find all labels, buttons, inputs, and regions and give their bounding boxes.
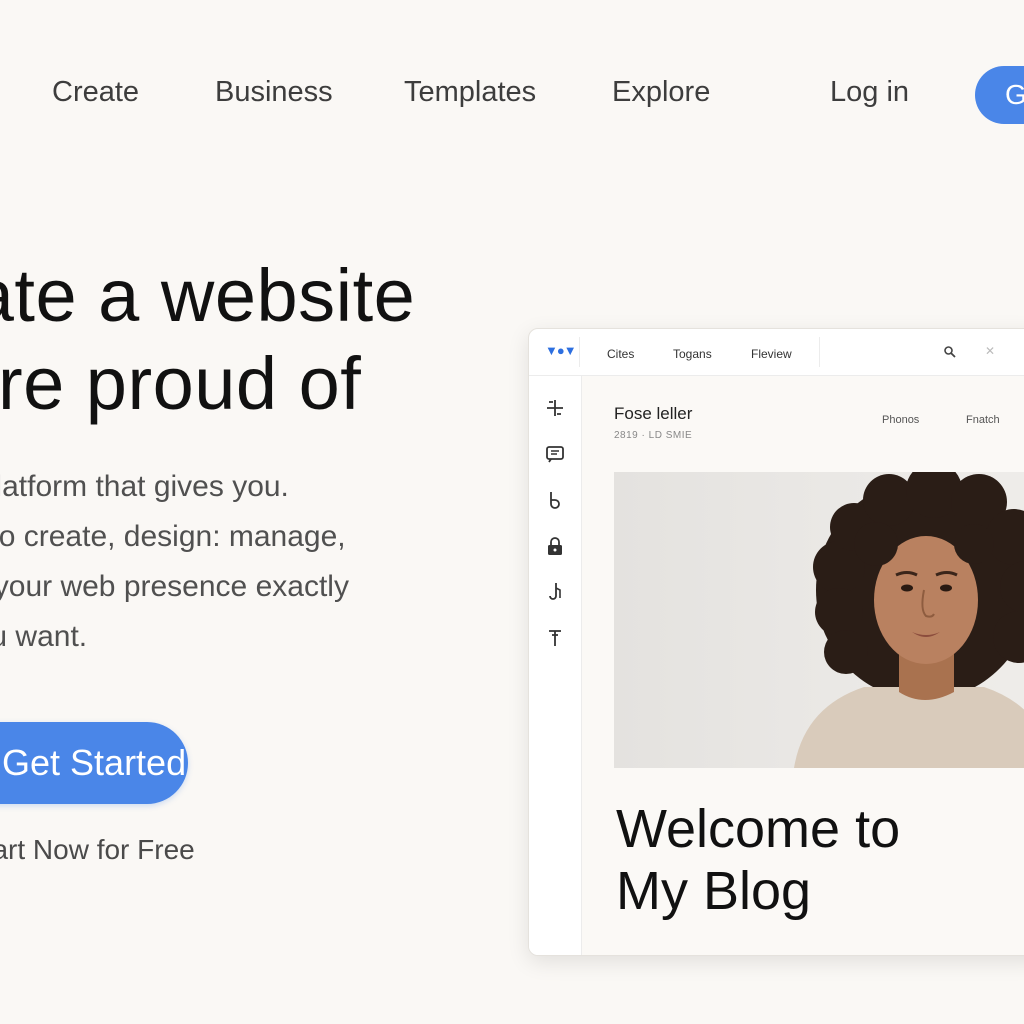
- blog-title-line-1: Welcome to: [616, 799, 901, 859]
- hero-description-line-1: ose the platform that gives you.: [0, 470, 289, 503]
- site-nav-link[interactable]: Phonos: [882, 414, 919, 426]
- divider: [579, 337, 580, 367]
- chat-icon[interactable]: [543, 442, 567, 466]
- close-icon[interactable]: ✕: [985, 344, 995, 358]
- hero-title: Create a website you“re proud of: [0, 252, 415, 428]
- top-nav: Create Business Templates Explore Log in…: [0, 64, 1024, 128]
- hero-description: ose the platform that gives you. freedom…: [0, 462, 472, 662]
- pin-icon[interactable]: [543, 626, 567, 650]
- start-free-link[interactable]: Start Now for Free: [0, 834, 195, 866]
- hook-icon[interactable]: [543, 580, 567, 604]
- site-name: Fose leller: [614, 404, 693, 423]
- editor-preview: ▼●▼ Cites Togans Fleview ✕ Fose leller 2…: [528, 328, 1024, 956]
- nav-explore-link[interactable]: Explore: [612, 76, 710, 109]
- hero-title-line-2: you“re proud of: [0, 342, 362, 425]
- nav-business-link[interactable]: Business: [215, 76, 333, 109]
- editor-logo-icon[interactable]: ▼●▼: [545, 343, 577, 358]
- nav-create-link[interactable]: Create: [52, 76, 139, 109]
- hero-title-line-1: Create a website: [0, 254, 416, 337]
- landing-page: Create Business Templates Explore Log in…: [0, 0, 1024, 1024]
- blog-title: Welcome to My Blog: [616, 798, 900, 922]
- hero-photo: [614, 472, 1024, 768]
- editor-menu-item[interactable]: Togans: [673, 347, 712, 361]
- hero-description-line-4: e way you want.: [0, 620, 88, 653]
- get-started-button[interactable]: Get Started: [0, 722, 188, 804]
- editor-menu-item[interactable]: Fleview: [751, 347, 792, 361]
- blog-title-line-2: My Blog: [616, 861, 812, 921]
- site-preview: Fose leller 2819 · LD SMIE Phonos Fnatch: [582, 376, 1024, 955]
- lock-icon[interactable]: [543, 534, 567, 558]
- hero-description-line-3: d desige your web presence exactly: [0, 570, 349, 603]
- hero-description-line-2: freedom to create, design: manage,: [0, 520, 346, 553]
- site-nav-link[interactable]: Fnatch: [966, 414, 1000, 426]
- editor-topbar: ▼●▼ Cites Togans Fleview ✕: [529, 329, 1024, 376]
- nav-templates-link[interactable]: Templates: [404, 76, 536, 109]
- search-icon[interactable]: [943, 345, 957, 359]
- editor-toolbar: [529, 376, 582, 955]
- nav-get-started-button[interactable]: G: [975, 66, 1024, 124]
- site-subtitle: 2819 · LD SMIE: [614, 430, 693, 441]
- login-link[interactable]: Log in: [830, 76, 909, 109]
- divider: [819, 337, 820, 367]
- brush-icon[interactable]: [543, 488, 567, 512]
- plus-icon[interactable]: [543, 396, 567, 420]
- editor-menu-item[interactable]: Cites: [607, 347, 634, 361]
